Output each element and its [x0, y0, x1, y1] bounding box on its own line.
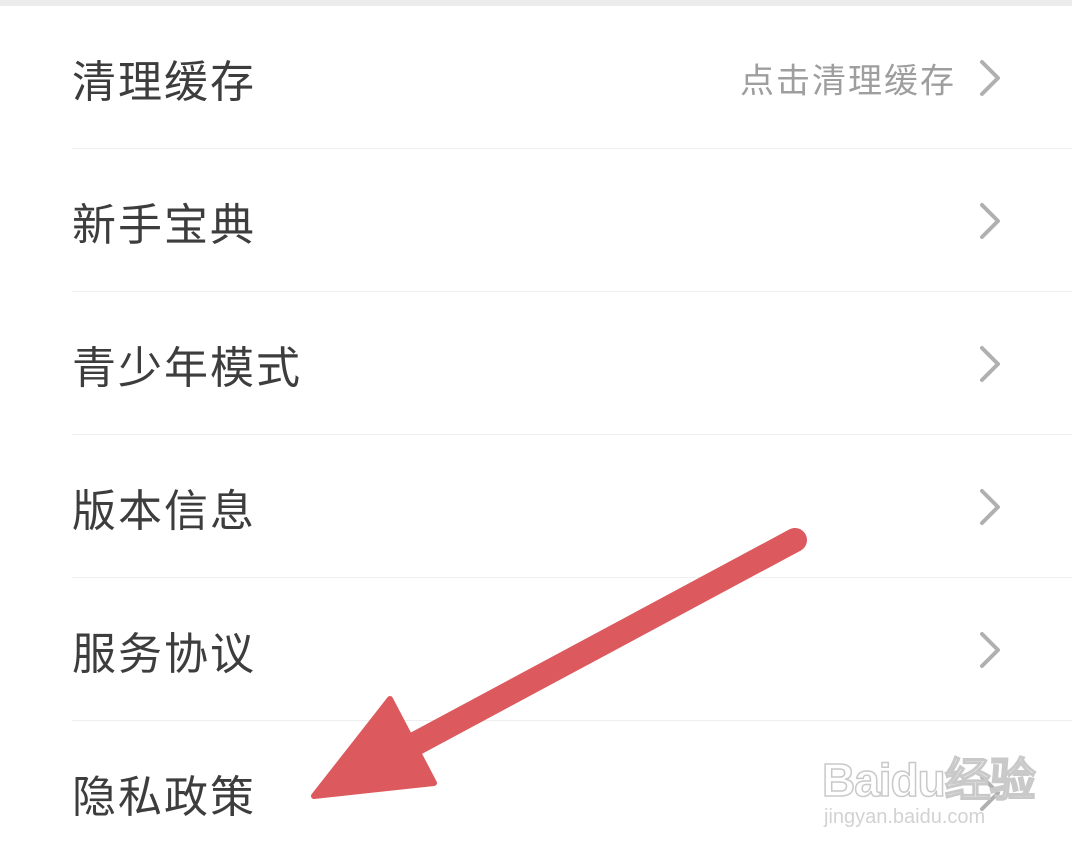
chevron-right-icon: [980, 488, 1000, 525]
item-label: 隐私政策: [72, 771, 256, 823]
chevron-right-icon: [980, 345, 1000, 382]
chevron-right-icon: [980, 59, 1000, 96]
clear-cache-hint: 点击清理缓存: [740, 61, 956, 101]
teen-mode-item[interactable]: 青少年模式: [0, 292, 1072, 435]
clear-cache-item[interactable]: 清理缓存 点击清理缓存: [0, 6, 1072, 149]
chevron-right-icon: [980, 631, 1000, 668]
item-label: 新手宝典: [72, 199, 256, 251]
version-info-item[interactable]: 版本信息: [0, 435, 1072, 578]
beginner-guide-item[interactable]: 新手宝典: [0, 149, 1072, 292]
privacy-policy-item[interactable]: 隐私政策: [0, 721, 1072, 856]
chevron-right-icon: [980, 774, 1000, 811]
item-label: 版本信息: [72, 485, 256, 537]
item-label: 服务协议: [72, 628, 256, 680]
settings-list: 清理缓存 点击清理缓存 新手宝典 青少年模式 版本信息 服务协议 隐私政策: [0, 6, 1072, 856]
item-label: 清理缓存: [72, 56, 256, 108]
service-agreement-item[interactable]: 服务协议: [0, 578, 1072, 721]
chevron-right-icon: [980, 202, 1000, 239]
item-label: 青少年模式: [72, 342, 302, 394]
